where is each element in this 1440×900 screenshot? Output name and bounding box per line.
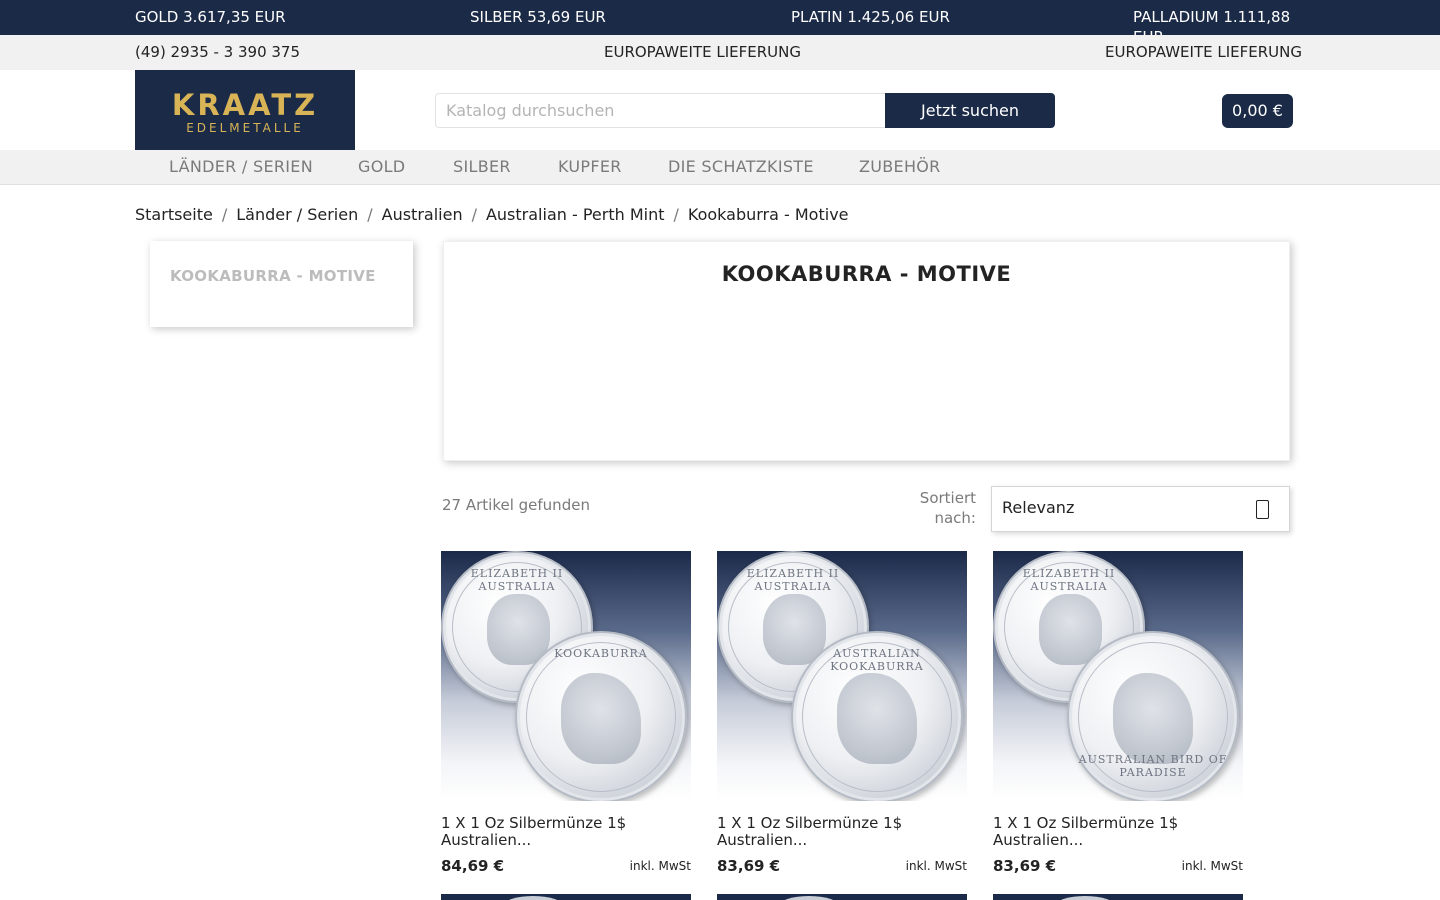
breadcrumb-australien[interactable]: Australien [382, 205, 463, 224]
site-logo[interactable]: KRAATZ EDELMETALLE [135, 70, 355, 150]
coin-legend: ELIZABETH II AUSTRALIA [1022, 567, 1116, 593]
product-image[interactable]: ELIZABETH II AUSTRALIA AUSTRALIAN KOOKAB… [717, 551, 967, 801]
sort-dropdown[interactable]: Relevanz [991, 486, 1290, 532]
shipping-notice: EUROPAWEITE LIEFERUNG [1105, 43, 1302, 61]
coin-legend: ELIZABETH II AUSTRALIA [470, 567, 564, 593]
product-price: 83,69 € [717, 857, 781, 875]
breadcrumb: Startseite / Länder / Serien / Australien / Au… [135, 205, 849, 225]
search-button[interactable]: Jetzt suchen [885, 93, 1055, 128]
coin-legend: AUSTRALIAN KOOKABURRA [830, 647, 924, 673]
category-header: KOOKABURRA - MOTIVE [443, 241, 1290, 461]
tax-note: inkl. MwSt [905, 859, 967, 873]
product-image[interactable]: ELIZABETH II AUSTRALIA AUSTRALIAN BIRD O… [993, 551, 1243, 801]
ticker-platinum: PLATIN 1.425,06 EUR [791, 8, 950, 26]
product-name[interactable]: 1 X 1 Oz Silbermünze 1$ Australien... [717, 815, 967, 849]
ticker-palladium: PALLADIUM 1.111,88 EUR [1133, 8, 1291, 35]
nav-item-zubehoer[interactable]: ZUBEHÖR [859, 158, 941, 176]
result-count: 27 Artikel gefunden [442, 496, 590, 514]
tax-note: inkl. MwSt [629, 859, 691, 873]
metal-price-ticker: GOLD 3.617,35 EUR SILBER 53,69 EUR PLATI… [0, 0, 1440, 35]
breadcrumb-home[interactable]: Startseite [135, 205, 213, 224]
product-card[interactable] [993, 894, 1243, 900]
nav-item-laender[interactable]: LÄNDER / SERIEN [169, 158, 313, 176]
product-card[interactable]: ELIZABETH II AUSTRALIA AUSTRALIAN BIRD O… [993, 551, 1243, 881]
ticker-silver: SILBER 53,69 EUR [470, 8, 606, 26]
nav-item-kupfer[interactable]: KUPFER [558, 158, 622, 176]
coin-reverse: AUSTRALIAN KOOKABURRA [791, 631, 963, 801]
breadcrumb-separator: / [471, 205, 477, 224]
nav-item-silber[interactable]: SILBER [453, 158, 511, 176]
phone-number[interactable]: (49) 2935 - 3 390 375 [135, 43, 300, 61]
sort-selected-value: Relevanz [1002, 498, 1075, 517]
breadcrumb-separator: / [367, 205, 373, 224]
ticker-gold: GOLD 3.617,35 EUR [135, 8, 286, 26]
breadcrumb-separator: / [673, 205, 679, 224]
nav-item-schatzkiste[interactable]: DIE SCHATZKISTE [668, 158, 814, 176]
main-navigation: LÄNDER / SERIEN GOLD SILBER KUPFER DIE S… [0, 150, 1440, 185]
product-image[interactable]: ELIZABETH II AUSTRALIA KOOKABURRA [441, 551, 691, 801]
category-sidebar: KOOKABURRA - MOTIVE [150, 241, 413, 327]
logo-subtitle: EDELMETALLE [186, 121, 304, 135]
product-price: 83,69 € [993, 857, 1057, 875]
product-card[interactable]: ELIZABETH II AUSTRALIA KOOKABURRA 1 X 1 … [441, 551, 691, 881]
product-price: 84,69 € [441, 857, 505, 875]
product-card[interactable]: ELIZABETH II AUSTRALIA AUSTRALIAN KOOKAB… [717, 551, 967, 881]
coin-legend: KOOKABURRA [554, 647, 648, 660]
coin-reverse: AUSTRALIAN BIRD OF PARADISE [1067, 631, 1239, 801]
dropdown-icon [1256, 500, 1269, 519]
tax-note: inkl. MwSt [1181, 859, 1243, 873]
shipping-notice: EUROPAWEITE LIEFERUNG [604, 43, 801, 61]
product-name[interactable]: 1 X 1 Oz Silbermünze 1$ Australien... [993, 815, 1243, 849]
product-card[interactable] [441, 894, 691, 900]
sidebar-category-title[interactable]: KOOKABURRA - MOTIVE [170, 267, 376, 285]
cart-button[interactable]: 0,00 € [1222, 94, 1293, 128]
nav-item-gold[interactable]: GOLD [358, 158, 405, 176]
page-title: KOOKABURRA - MOTIVE [721, 262, 1012, 286]
product-card[interactable] [717, 894, 967, 900]
breadcrumb-laender[interactable]: Länder / Serien [236, 205, 358, 224]
logo-wordmark: KRAATZ [171, 88, 319, 122]
coin-legend: ELIZABETH II AUSTRALIA [746, 567, 840, 593]
search-input[interactable] [435, 93, 885, 128]
coin-legend: AUSTRALIAN BIRD OF PARADISE [1078, 753, 1228, 779]
contact-bar: (49) 2935 - 3 390 375 EUROPAWEITE LIEFER… [0, 35, 1440, 70]
breadcrumb-separator: / [221, 205, 228, 224]
breadcrumb-perth-mint[interactable]: Australian - Perth Mint [486, 205, 665, 224]
breadcrumb-current[interactable]: Kookaburra - Motive [688, 205, 849, 224]
sort-label: Sortiert nach: [919, 489, 976, 527]
product-name[interactable]: 1 X 1 Oz Silbermünze 1$ Australien... [441, 815, 691, 849]
coin-reverse: KOOKABURRA [515, 631, 687, 801]
